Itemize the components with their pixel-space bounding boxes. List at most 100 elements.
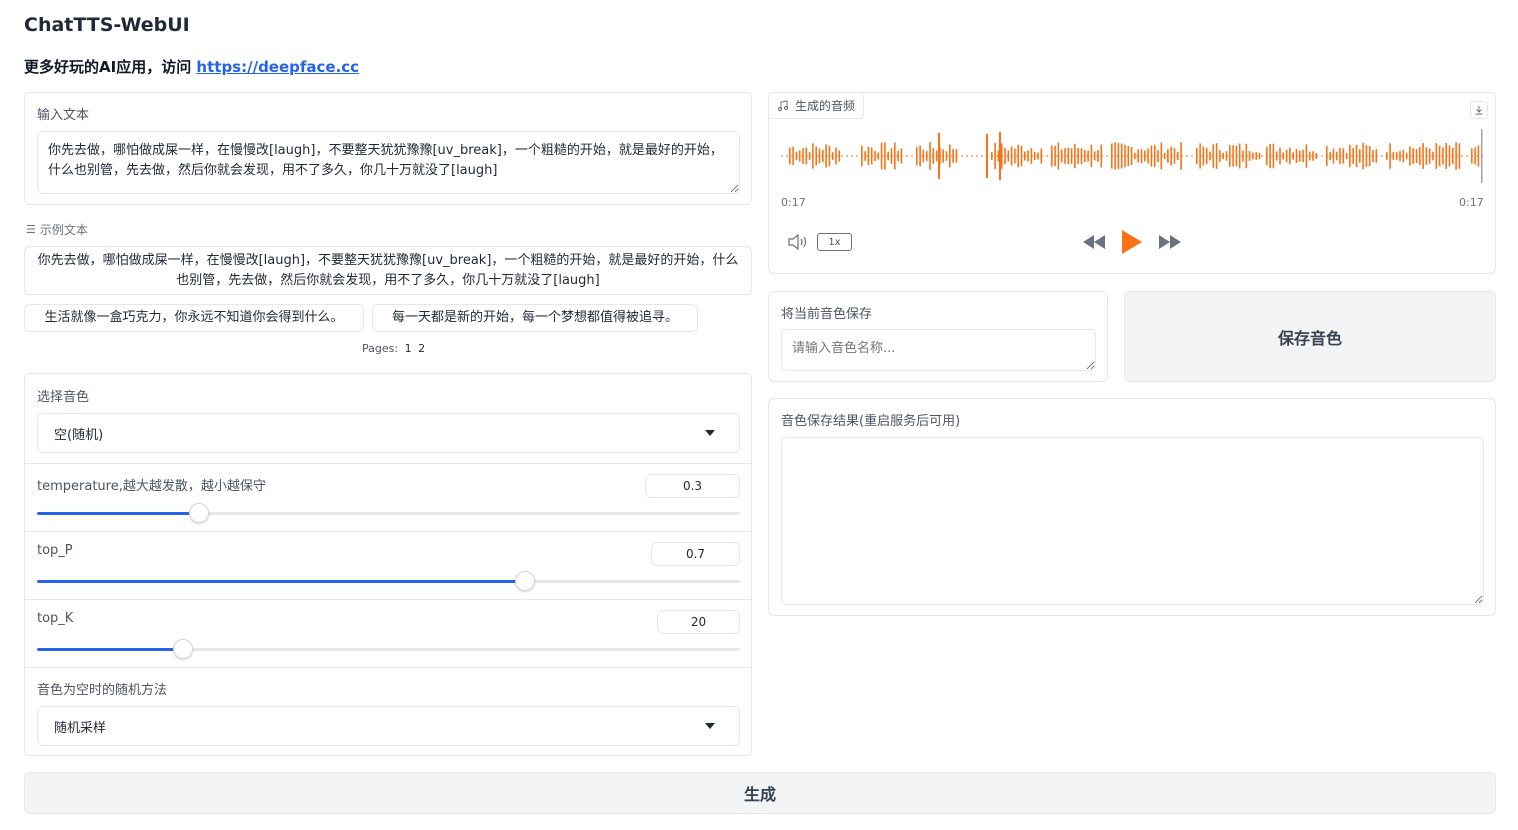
waveform-bar: [916, 146, 918, 165]
waveform-bar: [887, 151, 889, 161]
waveform-bar: [1067, 147, 1070, 165]
waveform-bar: [1222, 152, 1224, 160]
waveform-bar: [925, 151, 928, 161]
waveform-bar: [1285, 149, 1288, 163]
waveform-bar: [828, 145, 831, 167]
rewind-icon[interactable]: [1082, 234, 1106, 250]
fast-forward-icon[interactable]: [1158, 234, 1182, 250]
generate-button[interactable]: 生成: [24, 772, 1496, 814]
top-p-slider[interactable]: [37, 571, 740, 591]
divider: [25, 531, 751, 532]
waveform-bar: [1305, 144, 1308, 168]
waveform-bar: [808, 152, 811, 160]
waveform-bar: [1428, 148, 1431, 164]
waveform-bar: [1215, 143, 1218, 169]
volume-icon[interactable]: [787, 233, 809, 251]
waveform-bar: [1332, 148, 1335, 164]
page-2[interactable]: 2: [418, 342, 425, 355]
audio-waveform[interactable]: [781, 129, 1483, 183]
save-voice-button[interactable]: 保存音色: [1124, 291, 1496, 382]
waveform-bar: [1080, 148, 1083, 164]
top-k-slider[interactable]: [37, 639, 740, 659]
audio-panel: 生成的音频 0:17 0:17 1x: [768, 92, 1496, 274]
example-item-3[interactable]: 每一天都是新的开始，每一个梦想都值得被追寻。: [372, 304, 698, 332]
divider: [25, 463, 751, 464]
waveform-bar: [1258, 152, 1261, 160]
waveform-bar: [835, 147, 837, 165]
temperature-input[interactable]: 0.3: [645, 474, 740, 498]
waveform-bar: [949, 144, 951, 168]
waveform-bar: [1282, 152, 1285, 160]
waveform-bar: [1199, 143, 1201, 169]
deepface-link[interactable]: https://deepface.cc: [196, 58, 359, 76]
waveform-bar: [945, 151, 948, 161]
top-k-input[interactable]: 20: [657, 610, 740, 634]
waveform-bar: [815, 146, 817, 166]
audio-label: 生成的音频: [795, 99, 856, 113]
waveform-bar: [1402, 149, 1405, 163]
download-button[interactable]: [1470, 101, 1488, 119]
waveform-bar: [1097, 150, 1099, 162]
waveform-bar: [1060, 149, 1063, 163]
waveform-bar: [1004, 147, 1006, 165]
voice-select[interactable]: 空(随机): [37, 413, 740, 453]
waveform-bar: [986, 134, 988, 178]
pagination: Pages: 1 2: [362, 342, 425, 355]
duration: 0:17: [1459, 196, 1484, 209]
chevron-down-icon: [705, 430, 715, 436]
current-time: 0:17: [781, 196, 806, 209]
top-k-label: top_K: [37, 611, 74, 626]
waveform-bar: [1248, 151, 1251, 161]
waveform-bar: [1474, 147, 1476, 165]
waveform-bar: [1090, 144, 1093, 168]
playhead[interactable]: [1481, 129, 1483, 183]
waveform-bar: [1140, 149, 1143, 163]
top-k-slider-handle[interactable]: [172, 639, 193, 659]
voice-selected: 空(随机): [54, 427, 104, 443]
waveform-bar: [1422, 143, 1424, 169]
waveform-bar: [999, 132, 1001, 180]
waveform-bar: [818, 148, 821, 164]
waveform-bar: [1359, 149, 1361, 163]
temperature-slider-handle[interactable]: [188, 503, 209, 523]
random-method-select[interactable]: 随机采样: [37, 706, 740, 746]
waveform-bar: [997, 150, 1000, 162]
playback-speed-button[interactable]: 1x: [817, 233, 852, 251]
top-p-slider-handle[interactable]: [514, 571, 535, 591]
waveform-bar: [1302, 149, 1304, 163]
save-result-output[interactable]: [781, 437, 1484, 605]
temperature-slider[interactable]: [37, 503, 740, 523]
random-method-label: 音色为空时的随机方法: [37, 683, 168, 698]
waveform-bar: [1130, 146, 1133, 166]
waveform-bar: [1111, 143, 1113, 169]
waveform-bar: [867, 146, 870, 166]
waveform-bar: [929, 142, 931, 170]
waveform-bar: [1342, 148, 1345, 164]
waveform-bar: [1167, 149, 1169, 163]
play-icon[interactable]: [1121, 229, 1143, 255]
examples-label: 示例文本: [39, 223, 88, 237]
page-1[interactable]: 1: [405, 342, 412, 355]
waveform-bar: [1272, 143, 1275, 169]
waveform-bar: [861, 145, 863, 167]
waveform-bar: [1077, 148, 1079, 164]
top-p-input[interactable]: 0.7: [651, 542, 740, 566]
input-text-area[interactable]: [37, 131, 740, 194]
example-item-1[interactable]: 你先去做，哪怕做成屎一样，在慢慢改[laugh]，不要整天犹犹豫豫[uv_bre…: [24, 246, 752, 295]
waveform-bar: [935, 150, 938, 162]
waveform-bar: [1352, 148, 1354, 164]
subtitle: 更多好玩的AI应用，访问 https://deepface.cc: [24, 56, 359, 77]
waveform-bar: [1024, 151, 1026, 161]
example-item-2[interactable]: 生活就像一盒巧克力，你永远不知道你会得到什么。: [24, 304, 364, 332]
waveform-bar: [942, 149, 944, 163]
waveform-bar: [922, 149, 925, 163]
waveform-bar: [1292, 152, 1294, 160]
waveform-bar: [932, 148, 935, 164]
waveform-bar: [1170, 146, 1172, 166]
waveform-bar: [1415, 148, 1418, 164]
waveform-bar: [1202, 146, 1205, 166]
waveform-bar: [880, 142, 883, 170]
waveform-bar: [1014, 148, 1016, 164]
waveform-bar: [1299, 150, 1301, 162]
voice-name-input[interactable]: [781, 329, 1096, 371]
